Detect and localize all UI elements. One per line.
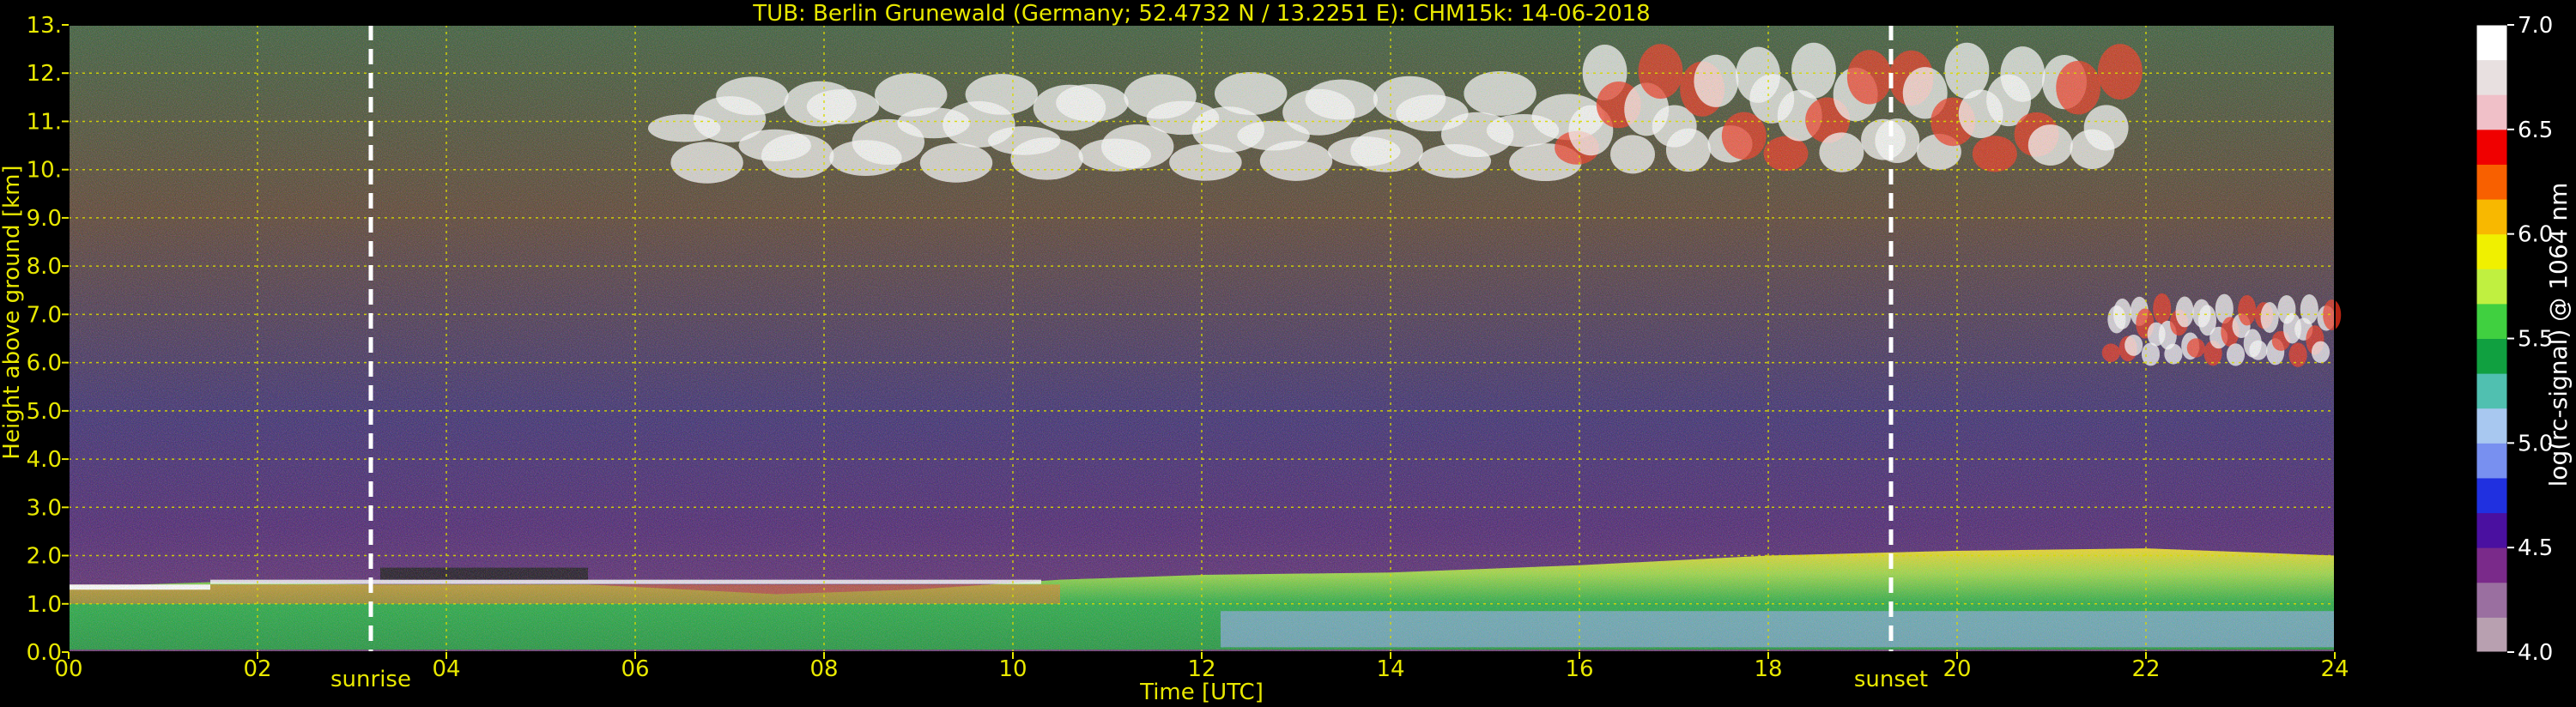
colorbar-step	[2476, 59, 2507, 95]
colorbar-step	[2476, 477, 2507, 514]
colorbar: 4.04.55.05.56.06.57.0	[2476, 13, 2553, 666]
colorbar-step	[2476, 373, 2507, 409]
colorbar-step	[2476, 94, 2507, 130]
colorbar-tick-label: 7.0	[2518, 13, 2553, 39]
plot-area	[69, 25, 2342, 652]
x-tick-label: 04	[432, 656, 460, 682]
y-tick-label: 12.	[27, 61, 62, 87]
y-tick-label: 3.0	[27, 495, 62, 521]
colorbar-step	[2476, 303, 2507, 339]
colorbar-step	[2476, 199, 2507, 235]
x-tick-label: 02	[243, 656, 271, 682]
x-tick-label: 06	[621, 656, 649, 682]
x-tick-label: 22	[2131, 656, 2160, 682]
chart-title: TUB: Berlin Grunewald (Germany; 52.4732 …	[752, 1, 1650, 27]
colorbar-step	[2476, 164, 2507, 200]
x-tick-label: 08	[809, 656, 838, 682]
y-tick-label: 1.0	[27, 592, 62, 618]
y-tick-label: 4.0	[27, 447, 62, 473]
y-tick-label: 0.0	[27, 640, 62, 666]
sunset-label: sunset	[1854, 667, 1928, 692]
x-tick-label: 16	[1565, 656, 1593, 682]
colorbar-tick-label: 6.5	[2518, 118, 2553, 143]
colorbar-step	[2476, 582, 2507, 618]
lidar-chart: sunrise sunset 00 02 04 06 08 10 12 14 16 18 20 22 24…	[0, 1, 2573, 705]
colorbar-tick-label: 4.0	[2518, 640, 2553, 666]
x-tick-label: 12	[1187, 656, 1215, 682]
y-tick-label: 7.0	[27, 302, 62, 328]
y-tick-label: 11.	[27, 109, 62, 135]
colorbar-step	[2476, 547, 2507, 583]
y-tick-label: 13.	[27, 13, 62, 39]
colorbar-step	[2476, 25, 2507, 61]
colorbar-step	[2476, 512, 2507, 548]
y-axis-label: Height above ground [km]	[0, 165, 25, 459]
y-tick-label: 8.0	[27, 254, 62, 280]
x-tick-label: 20	[1943, 656, 1971, 682]
y-tick-label: 6.0	[27, 351, 62, 377]
colorbar-step	[2476, 269, 2507, 305]
colorbar-step	[2476, 617, 2507, 653]
colorbar-tick-label: 4.5	[2518, 535, 2553, 561]
x-tick-label: 24	[2320, 656, 2349, 682]
colorbar-step	[2476, 338, 2507, 374]
colorbar-step	[2476, 408, 2507, 444]
sunrise-label: sunrise	[330, 667, 411, 692]
x-tick-label: 18	[1754, 656, 1782, 682]
colorbar-step	[2476, 233, 2507, 269]
colorbar-label: log(rc-signal) @ 1064 nm	[2544, 183, 2573, 487]
colorbar-step	[2476, 443, 2507, 479]
x-axis-label: Time [UTC]	[1139, 680, 1264, 705]
y-tick-label: 10.	[27, 158, 62, 184]
y-tick-label: 9.0	[27, 206, 62, 232]
y-tick-label: 2.0	[27, 544, 62, 570]
x-tick-label: 10	[998, 656, 1027, 682]
x-tick-label: 14	[1376, 656, 1404, 682]
colorbar-step	[2476, 129, 2507, 165]
y-tick-label: 5.0	[27, 399, 62, 425]
signal-noise	[69, 25, 2335, 652]
